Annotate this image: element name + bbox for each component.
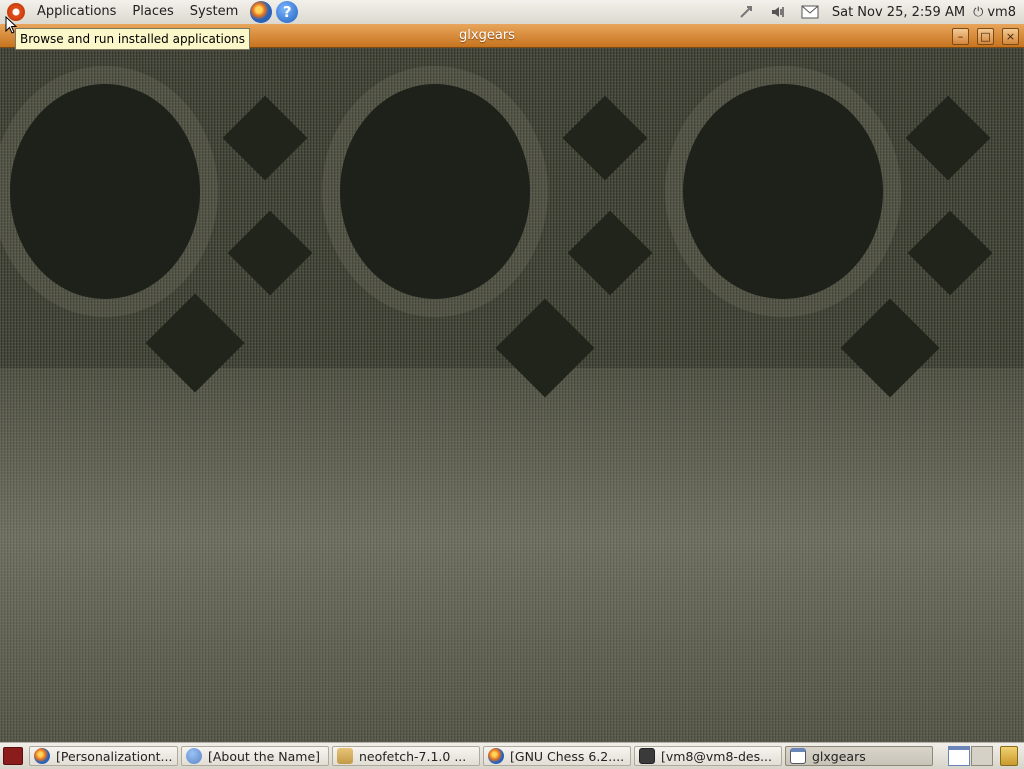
firefox-icon [488, 748, 504, 764]
taskbar-button-active[interactable]: glxgears [785, 746, 933, 766]
help-icon[interactable]: ? [276, 1, 299, 23]
menu-applications[interactable]: Applications [29, 0, 124, 24]
taskbar-label: neofetch-7.1.0 ... [359, 748, 467, 764]
workspace-2[interactable] [971, 746, 993, 766]
taskbar-label: [GNU Chess 6.2.... [510, 748, 625, 764]
volume-icon[interactable] [768, 4, 788, 20]
menu-places[interactable]: Places [124, 0, 181, 24]
window-icon [790, 748, 806, 764]
trash-icon[interactable] [1000, 746, 1018, 766]
minimize-button[interactable]: – [952, 28, 969, 45]
power-icon: ⏻ [973, 4, 984, 20]
mouse-cursor-icon [5, 16, 17, 34]
glxgears-canvas[interactable] [0, 48, 1024, 742]
tooltip: Browse and run installed applications [15, 28, 251, 50]
gear-shape [340, 84, 530, 299]
help-icon [186, 748, 202, 764]
taskbar-label: [Personalizationt... [56, 748, 173, 764]
taskbar-label: [vm8@vm8-des... [661, 748, 772, 764]
workspace-1[interactable] [948, 746, 970, 766]
taskbar-button[interactable]: [About the Name] [181, 746, 329, 766]
gear-tooth [567, 210, 653, 296]
user-name: vm8 [987, 4, 1016, 20]
show-desktop-button[interactable] [3, 747, 23, 765]
gear-tooth [562, 95, 648, 181]
taskbar-button[interactable]: neofetch-7.1.0 ... [332, 746, 480, 766]
gear-shape [10, 84, 200, 299]
firefox-icon[interactable] [250, 1, 273, 23]
workspace-switcher [948, 746, 1022, 766]
taskbar-label: [About the Name] [208, 748, 321, 764]
gear-tooth [222, 95, 308, 181]
mail-icon[interactable] [800, 4, 820, 20]
system-tray: Sat Nov 25, 2:59 AM ⏻ vm8 [730, 0, 1024, 24]
maximize-button[interactable]: □ [977, 28, 994, 45]
user-switcher[interactable]: ⏻ vm8 [973, 5, 1016, 20]
network-icon[interactable] [736, 4, 756, 20]
menu-system[interactable]: System [182, 0, 246, 24]
clock[interactable]: Sat Nov 25, 2:59 AM [832, 5, 965, 20]
gear-tooth [905, 95, 991, 181]
gear-tooth [227, 210, 313, 296]
canvas-shading [0, 368, 1024, 742]
bottom-panel: [Personalizationt... [About the Name] ne… [0, 742, 1024, 769]
top-panel: Applications Places System ? Sat Nov 25,… [0, 0, 1024, 25]
taskbar-button[interactable]: [vm8@vm8-des... [634, 746, 782, 766]
close-button[interactable]: × [1002, 28, 1019, 45]
taskbar-button[interactable]: [GNU Chess 6.2.... [483, 746, 631, 766]
gear-shape [683, 84, 883, 299]
firefox-icon [34, 748, 50, 764]
taskbar-button[interactable]: [Personalizationt... [29, 746, 178, 766]
folder-icon [337, 748, 353, 764]
taskbar-label: glxgears [812, 748, 866, 764]
gear-tooth [907, 210, 993, 296]
terminal-icon [639, 748, 655, 764]
